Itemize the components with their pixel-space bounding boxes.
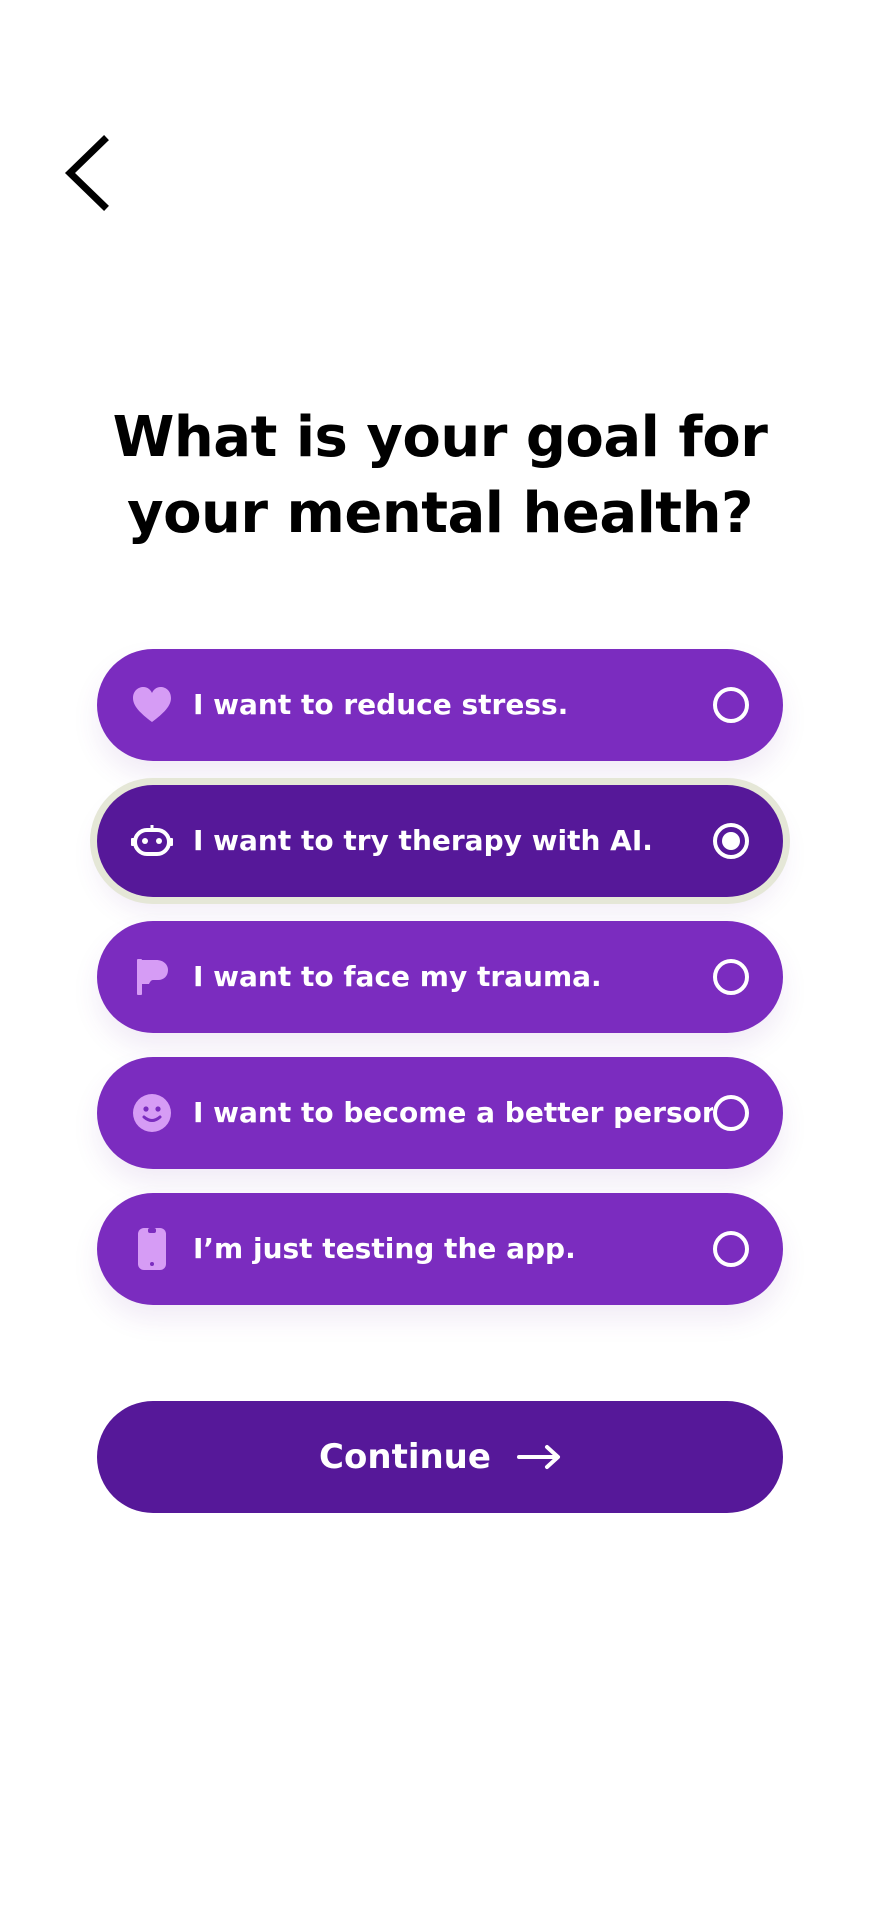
continue-label: Continue (319, 1437, 491, 1477)
radio-button[interactable] (713, 687, 749, 723)
option-label: I want to become a better person (193, 1096, 713, 1129)
option-testing-app[interactable]: I’m just testing the app. (97, 1193, 783, 1305)
radio-button[interactable] (713, 959, 749, 995)
phone-icon (131, 1228, 173, 1270)
robot-icon (131, 820, 173, 862)
option-label: I want to face my trauma. (193, 960, 602, 993)
goal-options-list: I want to reduce stress. I want to try t… (97, 649, 783, 1329)
smiley-icon (131, 1092, 173, 1134)
option-label: I’m just testing the app. (193, 1232, 576, 1265)
back-button[interactable] (56, 128, 116, 218)
option-label: I want to reduce stress. (193, 688, 569, 721)
page-title: What is your goal for your mental health… (112, 405, 768, 546)
option-reduce-stress[interactable]: I want to reduce stress. (97, 649, 783, 761)
option-therapy-ai[interactable]: I want to try therapy with AI. (97, 785, 783, 897)
radio-button[interactable] (713, 1231, 749, 1267)
arrow-right-icon (516, 1444, 561, 1470)
flag-icon (131, 956, 173, 998)
continue-button[interactable]: Continue (97, 1401, 783, 1513)
radio-button[interactable] (713, 1095, 749, 1131)
option-better-person[interactable]: I want to become a better person (97, 1057, 783, 1169)
radio-dot (722, 832, 740, 850)
heart-icon (131, 684, 173, 726)
option-label: I want to try therapy with AI. (193, 824, 653, 857)
chevron-left-icon (64, 135, 109, 211)
option-face-trauma[interactable]: I want to face my trauma. (97, 921, 783, 1033)
radio-button-selected[interactable] (713, 823, 749, 859)
